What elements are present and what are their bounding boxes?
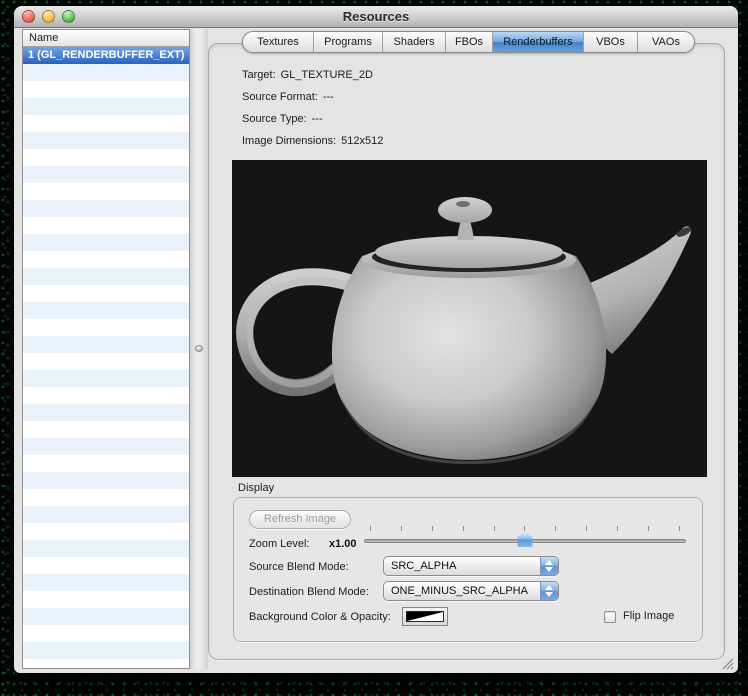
source-type-value: --- [312, 113, 323, 125]
tab-vaos[interactable]: VAOs [638, 32, 694, 52]
texture-preview [232, 160, 707, 477]
tab-fbos[interactable]: FBOs [446, 32, 493, 52]
title-bar[interactable]: Resources [14, 6, 738, 28]
tab-textures[interactable]: Textures [243, 32, 314, 52]
dest-blend-label: Destination Blend Mode: [249, 586, 369, 598]
tab-renderbuffers[interactable]: Renderbuffers [493, 32, 584, 52]
popup-arrows-icon [540, 557, 558, 575]
list-item-renderbuffer[interactable]: 1 (GL_RENDERBUFFER_EXT) [23, 47, 189, 64]
background-color-well[interactable] [402, 607, 448, 626]
target-label: Target: [242, 69, 276, 81]
source-blend-label: Source Blend Mode: [249, 561, 349, 573]
display-group-label: Display [238, 482, 274, 494]
source-type-info: Source Type: --- [242, 113, 323, 125]
color-swatch [406, 611, 444, 622]
resource-type-tabs: Textures Programs Shaders FBOs Renderbuf… [242, 31, 695, 53]
popup-arrows-icon [540, 582, 558, 600]
source-blend-popup[interactable]: SRC_ALPHA [383, 556, 559, 576]
resource-list: Name 1 (GL_RENDERBUFFER_EXT) [22, 29, 190, 669]
flip-image-checkbox[interactable] [604, 611, 616, 623]
opacity-wedge-icon [407, 612, 443, 621]
slider-ticks [370, 526, 680, 531]
source-format-value: --- [323, 91, 334, 103]
name-column-header[interactable]: Name [23, 30, 189, 47]
tab-shaders[interactable]: Shaders [383, 32, 446, 52]
source-type-label: Source Type: [242, 113, 307, 125]
display-group-box: Refresh Image Zoom Level: x1.00 Source B… [233, 497, 703, 642]
teapot-image [232, 160, 707, 477]
splitter[interactable] [190, 29, 208, 669]
splitter-handle-icon[interactable] [195, 345, 203, 352]
image-dimensions-value: 512x512 [341, 135, 383, 147]
source-format-info: Source Format: --- [242, 91, 334, 103]
zoom-level-value: x1.00 [329, 538, 357, 550]
source-format-label: Source Format: [242, 91, 318, 103]
resource-list-rows[interactable]: 1 (GL_RENDERBUFFER_EXT) [23, 47, 189, 668]
image-dimensions-label: Image Dimensions: [242, 135, 336, 147]
flip-image-label: Flip Image [623, 610, 674, 622]
tab-programs[interactable]: Programs [314, 32, 383, 52]
zoom-level-label: Zoom Level: [249, 538, 310, 550]
resize-grip-icon[interactable] [718, 654, 734, 670]
window-title: Resources [14, 9, 738, 24]
background-color-label: Background Color & Opacity: [249, 611, 391, 623]
target-value: GL_TEXTURE_2D [281, 69, 373, 81]
source-blend-value: SRC_ALPHA [384, 557, 540, 575]
zoom-slider-thumb[interactable] [518, 531, 533, 547]
refresh-image-button[interactable]: Refresh Image [249, 510, 351, 529]
resources-window: Resources Name 1 (GL_RENDERBUFFER_EXT) T… [14, 6, 738, 673]
dest-blend-value: ONE_MINUS_SRC_ALPHA [384, 582, 540, 600]
image-dimensions-info: Image Dimensions: 512x512 [242, 135, 383, 147]
dest-blend-popup[interactable]: ONE_MINUS_SRC_ALPHA [383, 581, 559, 601]
tab-vbos[interactable]: VBOs [584, 32, 638, 52]
target-info: Target: GL_TEXTURE_2D [242, 69, 373, 81]
zoom-slider[interactable] [364, 526, 686, 550]
